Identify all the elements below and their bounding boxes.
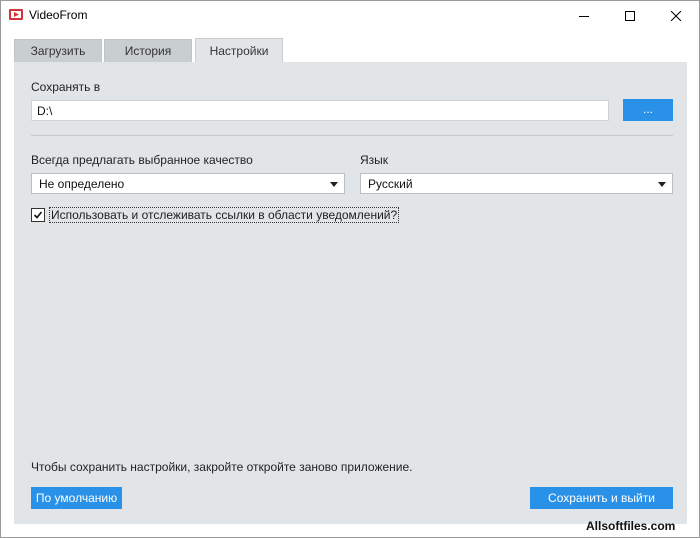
minimize-icon — [579, 16, 589, 17]
maximize-icon — [625, 11, 635, 21]
tab-settings[interactable]: Настройки — [195, 38, 283, 63]
divider — [31, 135, 673, 136]
checkmark-icon — [33, 211, 43, 219]
save-and-exit-button[interactable]: Сохранить и выйти — [530, 487, 673, 509]
watermark-text: Allsoftfiles.com — [586, 519, 676, 533]
browse-button[interactable]: ... — [623, 99, 673, 121]
window-title: VideoFrom — [29, 8, 88, 22]
quality-select-value: Не определено — [39, 177, 125, 191]
save-path-field[interactable]: D:\ — [31, 100, 609, 121]
quality-select[interactable]: Не определено — [31, 173, 345, 194]
chevron-down-icon — [330, 182, 338, 187]
language-label: Язык — [360, 153, 389, 167]
tab-download[interactable]: Загрузить — [14, 39, 102, 62]
language-select-value: Русский — [368, 177, 413, 191]
quality-label: Всегда предлагать выбранное качество — [31, 153, 253, 167]
minimize-button[interactable] — [561, 1, 607, 31]
language-select[interactable]: Русский — [360, 173, 673, 194]
title-bar[interactable]: VideoFrom — [1, 1, 699, 31]
videofrom-logo-icon — [9, 9, 23, 20]
restart-hint: Чтобы сохранить настройки, закройте откр… — [31, 460, 413, 474]
default-settings-button[interactable]: По умолчанию — [31, 487, 122, 509]
save-to-label: Сохранять в — [31, 80, 101, 94]
tab-history[interactable]: История — [104, 39, 192, 62]
maximize-button[interactable] — [607, 1, 653, 31]
chevron-down-icon — [658, 182, 666, 187]
close-icon — [671, 11, 681, 21]
settings-panel: Сохранять в D:\ ... Всегда предлагать вы… — [14, 62, 687, 524]
tray-links-checkbox-label[interactable]: Использовать и отслеживать ссылки в обла… — [49, 207, 400, 223]
app-window: VideoFrom Загрузить История Настройки Со… — [0, 0, 700, 538]
close-button[interactable] — [653, 1, 699, 31]
tray-links-checkbox[interactable] — [31, 208, 45, 222]
